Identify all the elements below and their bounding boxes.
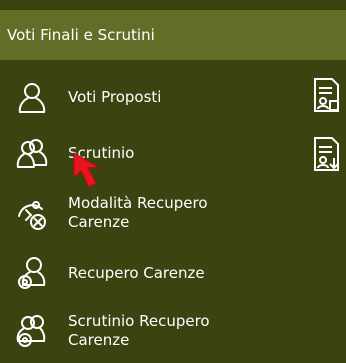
document-download-icon[interactable] xyxy=(312,136,342,172)
menu-item-label: Modalità Recupero Carenze xyxy=(68,194,208,231)
menu-item-label: Scrutinio Recupero Carenze xyxy=(68,312,210,349)
menu-header: Voti Finali e Scrutini xyxy=(0,10,346,60)
menu-item-scrutinio-recupero-carenze[interactable]: Scrutinio Recupero Carenze xyxy=(0,302,346,360)
menu-item-voti-proposti[interactable]: Voti Proposti xyxy=(0,70,346,128)
person-cancel-icon xyxy=(14,196,50,232)
group-icon xyxy=(14,136,50,172)
menu-item-recupero-carenze[interactable]: Recupero Carenze xyxy=(0,245,346,303)
menu-item-label: Recupero Carenze xyxy=(68,264,205,282)
menu-item-modalita-recupero-carenze[interactable]: Modalità Recupero Carenze xyxy=(0,186,346,244)
menu-item-scrutinio[interactable]: Scrutinio xyxy=(0,126,346,184)
red-arrow-cursor-icon xyxy=(68,147,118,197)
document-user-icon[interactable] xyxy=(312,77,342,113)
person-badge-icon xyxy=(14,255,50,291)
menu-panel: Voti Finali e Scrutini Voti Proposti Scr… xyxy=(0,0,346,363)
menu-item-label: Voti Proposti xyxy=(68,88,162,106)
person-icon xyxy=(14,80,50,116)
group-badge-icon xyxy=(14,312,50,348)
